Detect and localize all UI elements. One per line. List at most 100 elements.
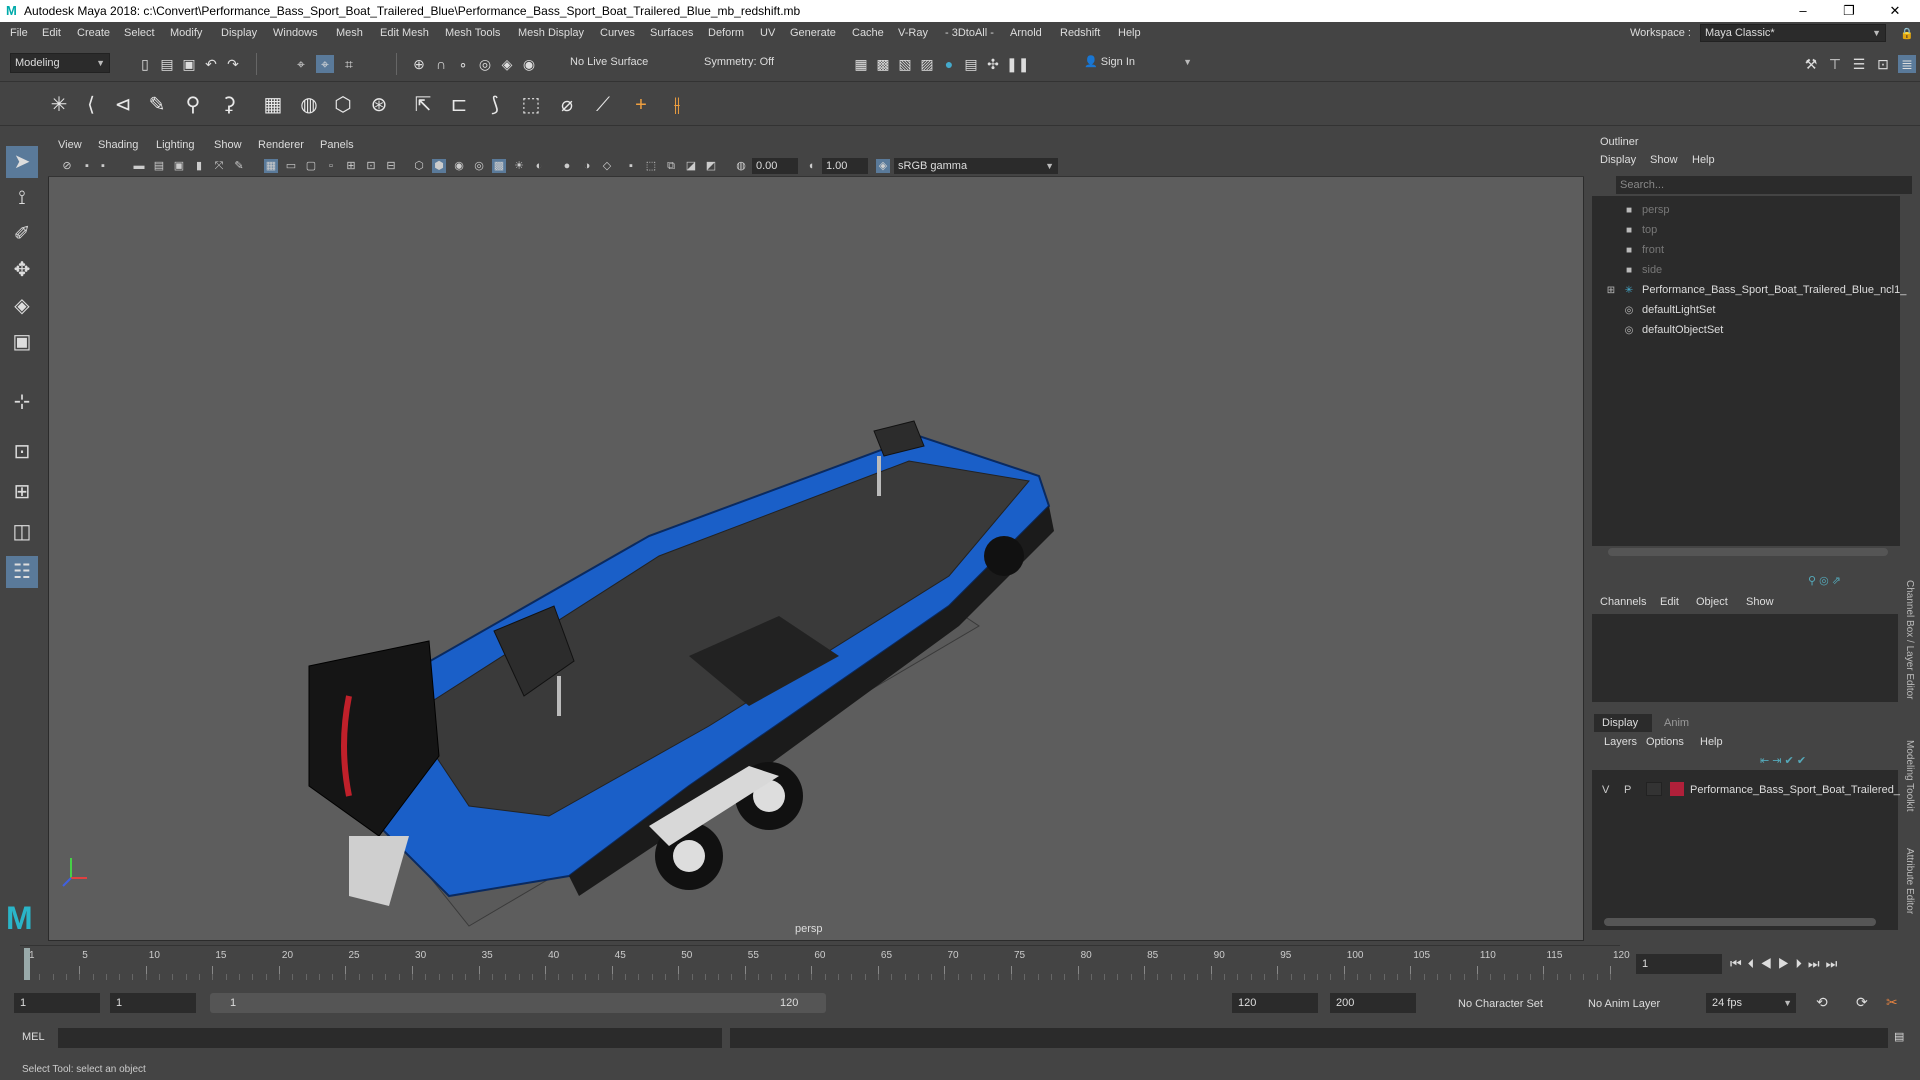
tab-anim[interactable]: Anim: [1664, 717, 1689, 729]
minimize-button[interactable]: –: [1780, 0, 1826, 22]
tab-display[interactable]: Display: [1594, 714, 1652, 732]
lasso-tool-icon[interactable]: ⟟: [6, 182, 38, 214]
create-cylinder-icon[interactable]: ⊛: [366, 92, 392, 118]
menu-select[interactable]: Select: [124, 27, 155, 39]
script-editor-icon[interactable]: ▤: [1894, 1030, 1904, 1043]
layers-menu-help[interactable]: Help: [1700, 736, 1723, 748]
show-manipulator-icon[interactable]: ⊹: [6, 386, 38, 418]
playblast-icon[interactable]: ▮: [192, 159, 206, 173]
animation-start-field[interactable]: 1: [14, 993, 100, 1013]
menu-modify[interactable]: Modify: [170, 27, 202, 39]
resolution-gate-icon[interactable]: ▢: [304, 159, 318, 173]
curve-tool-icon[interactable]: ✳: [46, 92, 72, 118]
use-all-lights-icon[interactable]: ▩: [492, 159, 506, 173]
extrude-icon[interactable]: ⇱: [410, 92, 436, 118]
xray-icon[interactable]: ●: [560, 159, 574, 173]
menu-cache[interactable]: Cache: [852, 27, 884, 39]
layer-editor-icon[interactable]: ≣: [1898, 55, 1916, 73]
menu-3dtoall[interactable]: - 3DtoAll -: [945, 27, 994, 39]
step-back-key-icon[interactable]: ⏴: [1748, 956, 1761, 971]
safe-title-icon[interactable]: ⊟: [384, 159, 398, 173]
sign-in-dropdown[interactable]: 👤 Sign In ▼: [1080, 53, 1196, 73]
layers-menu-layers[interactable]: Layers: [1604, 736, 1637, 748]
outliner-item-side[interactable]: side: [1642, 264, 1662, 276]
range-slider[interactable]: 1 120: [210, 993, 826, 1013]
ambient-occlusion-icon[interactable]: ◐: [532, 159, 546, 173]
outliner-layout-icon[interactable]: ☷: [6, 556, 38, 588]
film-gate-icon[interactable]: ▭: [284, 159, 298, 173]
tab-channel-box-layer-editor[interactable]: Channel Box / Layer Editor: [1904, 580, 1915, 700]
channel-box[interactable]: [1592, 614, 1898, 702]
menu-surfaces[interactable]: Surfaces: [650, 27, 693, 39]
auto-key-icon[interactable]: ⟳: [1856, 994, 1868, 1011]
layer-name[interactable]: Performance_Bass_Sport_Boat_Trailered_: [1690, 784, 1900, 796]
snap-view-icon[interactable]: ◎: [476, 55, 494, 73]
symmetry-dropdown[interactable]: Symmetry: Off: [700, 53, 810, 73]
fps-dropdown[interactable]: 24 fps ▼: [1706, 993, 1796, 1013]
snap-live-icon[interactable]: ◉: [520, 55, 538, 73]
select-camera-icon[interactable]: ⊘: [60, 159, 74, 173]
field-chart-icon[interactable]: ⊞: [344, 159, 358, 173]
viewport-menu-view[interactable]: View: [58, 139, 82, 151]
playback-start-field[interactable]: 1: [110, 993, 196, 1013]
channels-menu-object[interactable]: Object: [1696, 596, 1728, 608]
snap-surface-icon[interactable]: ◈: [498, 55, 516, 73]
go-to-end-icon[interactable]: ⏭: [1826, 956, 1844, 971]
character-set-dropdown[interactable]: No Character Set: [1458, 998, 1543, 1010]
channels-menu-edit[interactable]: Edit: [1660, 596, 1679, 608]
menu-edit-mesh[interactable]: Edit Mesh: [380, 27, 429, 39]
viewport-menu-lighting[interactable]: Lighting: [156, 139, 195, 151]
menu-display[interactable]: Display: [221, 27, 257, 39]
smooth-shade-icon[interactable]: ⬢: [432, 159, 446, 173]
move-tool-icon[interactable]: ✥: [6, 254, 38, 286]
live-surface-field[interactable]: No Live Surface: [566, 53, 662, 73]
loop-icon[interactable]: ⟲: [1816, 994, 1828, 1011]
menu-vray[interactable]: V-Ray: [898, 27, 928, 39]
redshift-render-icon[interactable]: ✣: [984, 55, 1002, 73]
lock-camera-icon[interactable]: ▤: [152, 159, 166, 173]
render-settings-icon[interactable]: ▨: [918, 55, 936, 73]
time-slider[interactable]: 1 5 10 15 20 25 30 35 40 45 50 55 60 65 70 75 80 85 90 95 10…: [20, 945, 1630, 981]
bookmarks-icon[interactable]: ▪: [96, 159, 110, 173]
snap-curve-icon[interactable]: ∩: [432, 55, 450, 73]
menu-uv[interactable]: UV: [760, 27, 775, 39]
outliner-item-front[interactable]: front: [1642, 244, 1664, 256]
shadows-icon[interactable]: ☀: [512, 159, 526, 173]
viewport-menu-renderer[interactable]: Renderer: [258, 139, 304, 151]
channels-menu-channels[interactable]: Channels: [1600, 596, 1646, 608]
hud-icon[interactable]: ⬚: [644, 159, 658, 173]
hypershade-icon[interactable]: ●: [940, 55, 958, 73]
save-scene-icon[interactable]: ▣: [180, 55, 198, 73]
menu-edit[interactable]: Edit: [42, 27, 61, 39]
xray-joints-icon[interactable]: ◑: [580, 159, 594, 173]
snap-grid-icon[interactable]: ⊕: [410, 55, 428, 73]
vray-vfb-icon[interactable]: ▤: [962, 55, 980, 73]
outliner-list[interactable]: ■ persp ■ top ■ front ■ side ⊞ ✳ Perform…: [1592, 196, 1906, 556]
wireframe-icon[interactable]: ⬡: [412, 159, 426, 173]
select-tool-icon[interactable]: ➤: [6, 146, 38, 178]
ik-handle-icon[interactable]: ⚳: [216, 92, 242, 118]
create-sphere-icon[interactable]: ◍: [296, 92, 322, 118]
single-view-icon[interactable]: ⊡: [6, 436, 38, 468]
layer-tools-icon[interactable]: ⇤ ⇥ ✔ ✔: [1760, 754, 1806, 767]
step-forward-key-icon[interactable]: ⏵: [1795, 956, 1808, 971]
channel-box-tools-icon[interactable]: ⚲ ◎ ⇗: [1808, 574, 1841, 587]
depth-of-field-icon[interactable]: ◩: [704, 159, 718, 173]
outliner-menu-help[interactable]: Help: [1692, 154, 1715, 166]
menu-arnold[interactable]: Arnold: [1010, 27, 1042, 39]
wireframe-on-shaded-icon[interactable]: ◉: [452, 159, 466, 173]
outliner-item-boat-group[interactable]: Performance_Bass_Sport_Boat_Trailered_Bl…: [1642, 284, 1906, 296]
layer-visibility-toggle[interactable]: V: [1602, 784, 1609, 796]
grease-pencil-icon[interactable]: ✎: [232, 159, 246, 173]
outliner-horizontal-scrollbar[interactable]: [1608, 548, 1888, 556]
select-hierarchy-icon[interactable]: ⌖: [292, 55, 310, 73]
viewport-menu-shading[interactable]: Shading: [98, 139, 138, 151]
grid-icon[interactable]: ▦: [264, 159, 278, 173]
gamma-icon[interactable]: ◖: [804, 159, 818, 173]
exposure-field[interactable]: 0.00: [752, 158, 798, 174]
append-poly-icon[interactable]: ⬚: [518, 92, 544, 118]
paint-select-icon[interactable]: ✐: [6, 218, 38, 250]
screen-space-icon[interactable]: ◪: [684, 159, 698, 173]
animation-end-field[interactable]: 200: [1330, 993, 1416, 1013]
bridge-icon[interactable]: ⊏: [446, 92, 472, 118]
